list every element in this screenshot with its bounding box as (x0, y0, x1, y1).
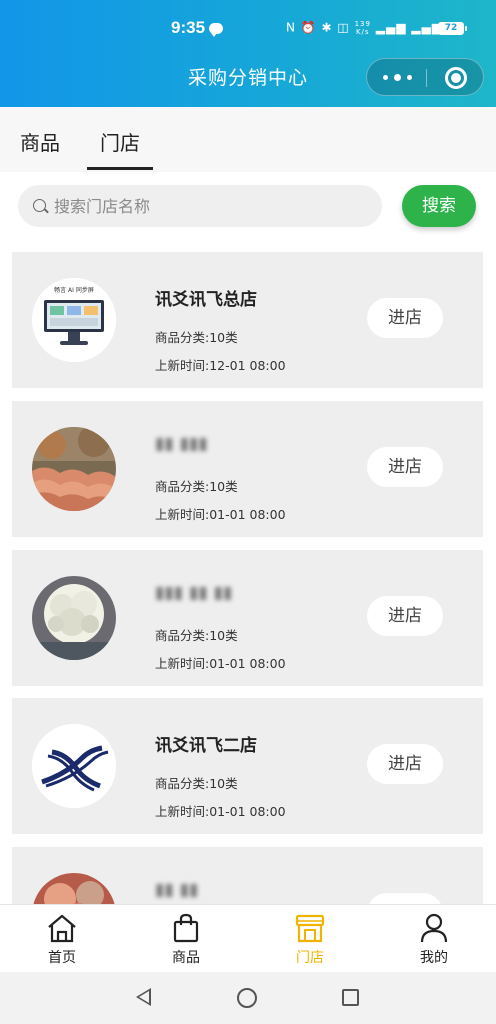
nav-label: 商品 (172, 950, 200, 966)
more-icon[interactable] (383, 74, 413, 81)
status-time: 9:35 (171, 18, 206, 37)
store-updated-time: 上新时间:01-01 08:00 (155, 656, 286, 671)
network-speed: 139 K/s (354, 20, 371, 36)
store-name: 讯爻讯飞二店 (155, 736, 257, 756)
status-bar: 9:35 N ⏰ ✱ ◫ 139 K/s ▂▄▆ ▂▄▆ 72 (0, 14, 496, 44)
search-icon (33, 199, 46, 212)
system-home-icon[interactable] (237, 988, 257, 1008)
system-nav-bar (0, 972, 496, 1024)
enter-store-button[interactable]: 进店 (367, 447, 443, 487)
capsule-divider (426, 69, 427, 87)
store-category: 商品分类:10类 (155, 479, 238, 494)
signal-icon: ▂▄▆ ▂▄▆ (375, 20, 442, 35)
recent-apps-icon[interactable] (342, 989, 359, 1006)
store-avatar: 畅言 AI 同步屏 (32, 278, 116, 362)
store-updated-time: 上新时间:01-01 08:00 (155, 507, 286, 522)
nav-item-home[interactable]: 首页 (0, 905, 124, 973)
svg-text:畅言 AI 同步屏: 畅言 AI 同步屏 (54, 286, 94, 294)
search-button[interactable]: 搜索 (402, 185, 476, 227)
store-name: ▮▮▮ ▮▮ ▮▮ (155, 583, 233, 603)
search-box (18, 185, 382, 227)
app-header: 9:35 N ⏰ ✱ ◫ 139 K/s ▂▄▆ ▂▄▆ 72 采购分销中心 (0, 0, 496, 107)
home-icon (48, 914, 76, 943)
battery-icon: 72 (438, 22, 467, 35)
tab-stores[interactable]: 门店 (100, 127, 140, 156)
store-card[interactable]: 畅言 AI 同步屏 讯爻讯飞总店 商品分类:10类 上新时间:12-01 08:… (12, 252, 483, 388)
search-input[interactable] (54, 185, 374, 227)
store-category: 商品分类:10类 (155, 628, 238, 643)
store-avatar (32, 724, 116, 808)
store-updated-time: 上新时间:12-01 08:00 (155, 358, 286, 373)
tab-bar: 商品 门店 (0, 107, 496, 172)
search-area: 搜索 (0, 172, 496, 242)
bottom-nav: 首页 商品 门店 我的 (0, 904, 496, 972)
store-name: ▮▮ ▮▮ (155, 880, 199, 900)
nav-item-mine[interactable]: 我的 (372, 905, 496, 973)
store-updated-time: 上新时间:01-01 08:00 (155, 804, 286, 819)
chat-bubble-icon (209, 23, 223, 37)
miniprogram-capsule (366, 58, 484, 96)
back-icon[interactable] (136, 988, 151, 1006)
enter-store-button[interactable]: 进店 (367, 298, 443, 338)
status-icons: N ⏰ ✱ ◫ 139 K/s ▂▄▆ ▂▄▆ (286, 20, 442, 36)
nav-label: 我的 (420, 950, 448, 966)
store-avatar (32, 576, 116, 660)
nav-label: 首页 (48, 950, 76, 966)
enter-store-button[interactable] (367, 893, 443, 904)
nav-item-products[interactable]: 商品 (124, 905, 248, 973)
store-avatar (32, 427, 116, 511)
nav-label: 门店 (296, 950, 324, 966)
status-glyphs: N ⏰ ✱ ◫ (286, 20, 355, 35)
tab-products[interactable]: 商品 (20, 127, 60, 156)
user-icon (420, 913, 448, 943)
nav-item-stores[interactable]: 门店 (248, 905, 372, 973)
store-card[interactable]: ▮▮ ▮▮▮ 商品分类:10类 上新时间:01-01 08:00 进店 (12, 401, 483, 537)
tab-indicator (87, 167, 153, 170)
store-card[interactable]: 讯爻讯飞二店 商品分类:10类 上新时间:01-01 08:00 进店 (12, 698, 483, 834)
store-name: ▮▮ ▮▮▮ (155, 434, 208, 454)
enter-store-button[interactable]: 进店 (367, 744, 443, 784)
store-card[interactable]: ▮▮▮ ▮▮ ▮▮ 商品分类:10类 上新时间:01-01 08:00 进店 (12, 550, 483, 686)
store-card[interactable]: ▮▮ ▮▮ (12, 847, 483, 904)
enter-store-button[interactable]: 进店 (367, 596, 443, 636)
store-icon (295, 914, 325, 943)
bag-icon (173, 913, 199, 943)
store-name: 讯爻讯飞总店 (155, 290, 257, 310)
store-category: 商品分类:10类 (155, 776, 238, 791)
close-miniprogram-icon[interactable] (445, 67, 467, 89)
store-list: 畅言 AI 同步屏 讯爻讯飞总店 商品分类:10类 上新时间:12-01 08:… (0, 242, 496, 904)
store-avatar (32, 873, 116, 904)
store-category: 商品分类:10类 (155, 330, 238, 345)
